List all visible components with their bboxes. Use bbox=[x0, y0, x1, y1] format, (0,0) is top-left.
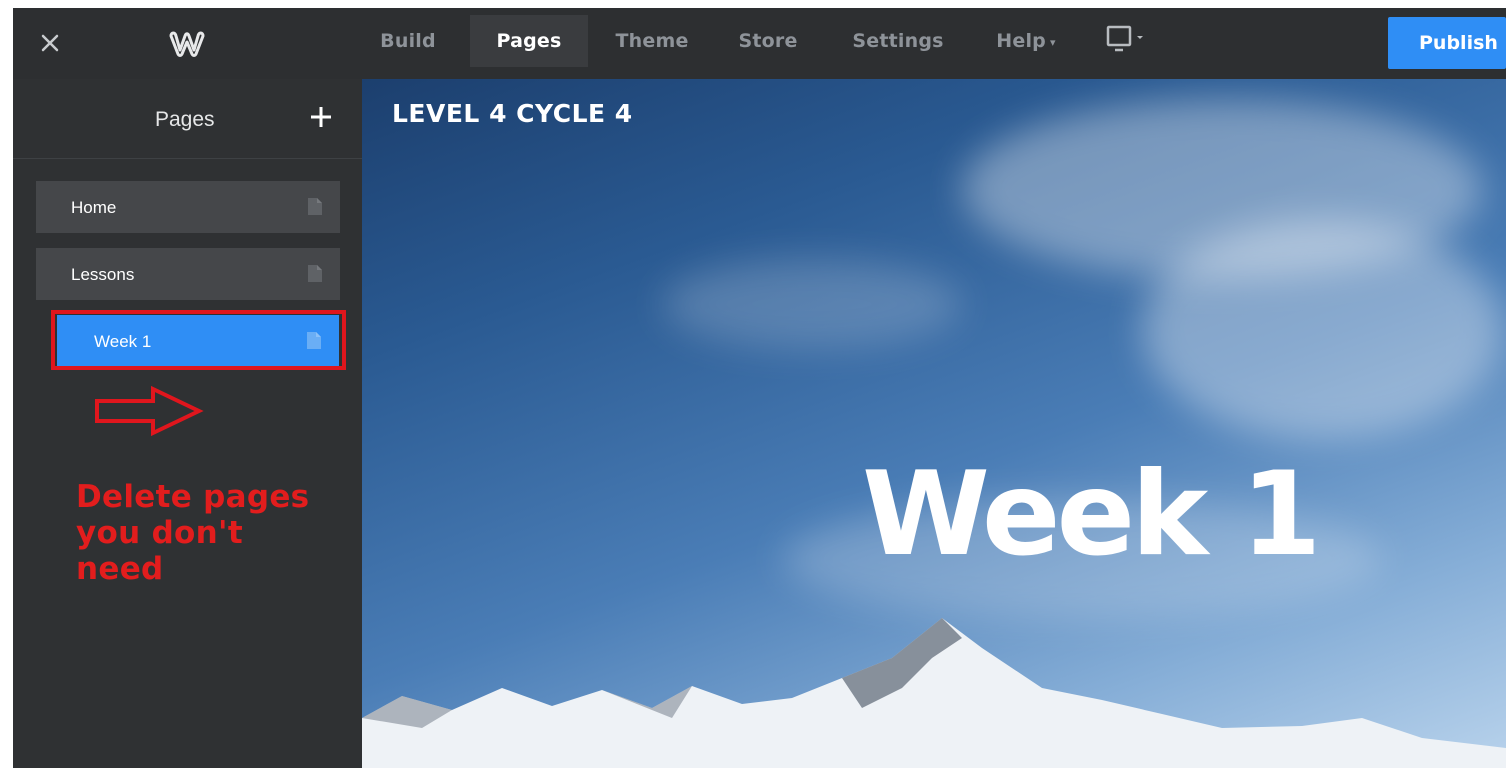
arrow-right-icon bbox=[95, 385, 204, 437]
page-icon bbox=[308, 198, 322, 215]
annotation-text: Delete pages you don't need bbox=[76, 479, 310, 587]
sidebar-title: Pages bbox=[155, 108, 215, 131]
device-preview-icon[interactable] bbox=[1105, 22, 1157, 62]
chevron-down-icon: ▾ bbox=[1049, 35, 1056, 49]
pages-sidebar: Pages Home Lessons Week 1 Delete pages y… bbox=[13, 79, 362, 768]
page-item-label: Lessons bbox=[71, 265, 135, 284]
tab-settings[interactable]: Settings bbox=[839, 15, 957, 67]
top-bar: Build Pages Theme Store Settings Help ▾ … bbox=[13, 8, 1506, 79]
tab-pages[interactable]: Pages bbox=[470, 15, 588, 67]
close-icon[interactable] bbox=[35, 28, 65, 58]
tab-theme[interactable]: Theme bbox=[603, 15, 701, 67]
tab-store[interactable]: Store bbox=[725, 15, 811, 67]
highlight-box bbox=[51, 310, 346, 370]
editor-window: Build Pages Theme Store Settings Help ▾ … bbox=[13, 8, 1506, 768]
page-preview[interactable]: LEVEL 4 CYCLE 4 Week 1 bbox=[362, 79, 1506, 768]
page-item-lessons[interactable]: Lessons bbox=[36, 248, 340, 300]
sidebar-header: Pages bbox=[13, 79, 362, 159]
tab-help[interactable]: Help ▾ bbox=[983, 15, 1069, 67]
page-item-home[interactable]: Home bbox=[36, 181, 340, 233]
publish-button[interactable]: Publish bbox=[1388, 17, 1506, 69]
hero-title[interactable]: Week 1 bbox=[862, 457, 1321, 573]
weebly-logo-icon[interactable] bbox=[165, 28, 209, 58]
plus-icon[interactable] bbox=[307, 103, 335, 131]
page-item-label: Home bbox=[71, 198, 117, 217]
site-title[interactable]: LEVEL 4 CYCLE 4 bbox=[392, 99, 633, 128]
mountains-image bbox=[362, 618, 1506, 768]
page-icon bbox=[308, 265, 322, 282]
tab-build[interactable]: Build bbox=[370, 15, 446, 67]
